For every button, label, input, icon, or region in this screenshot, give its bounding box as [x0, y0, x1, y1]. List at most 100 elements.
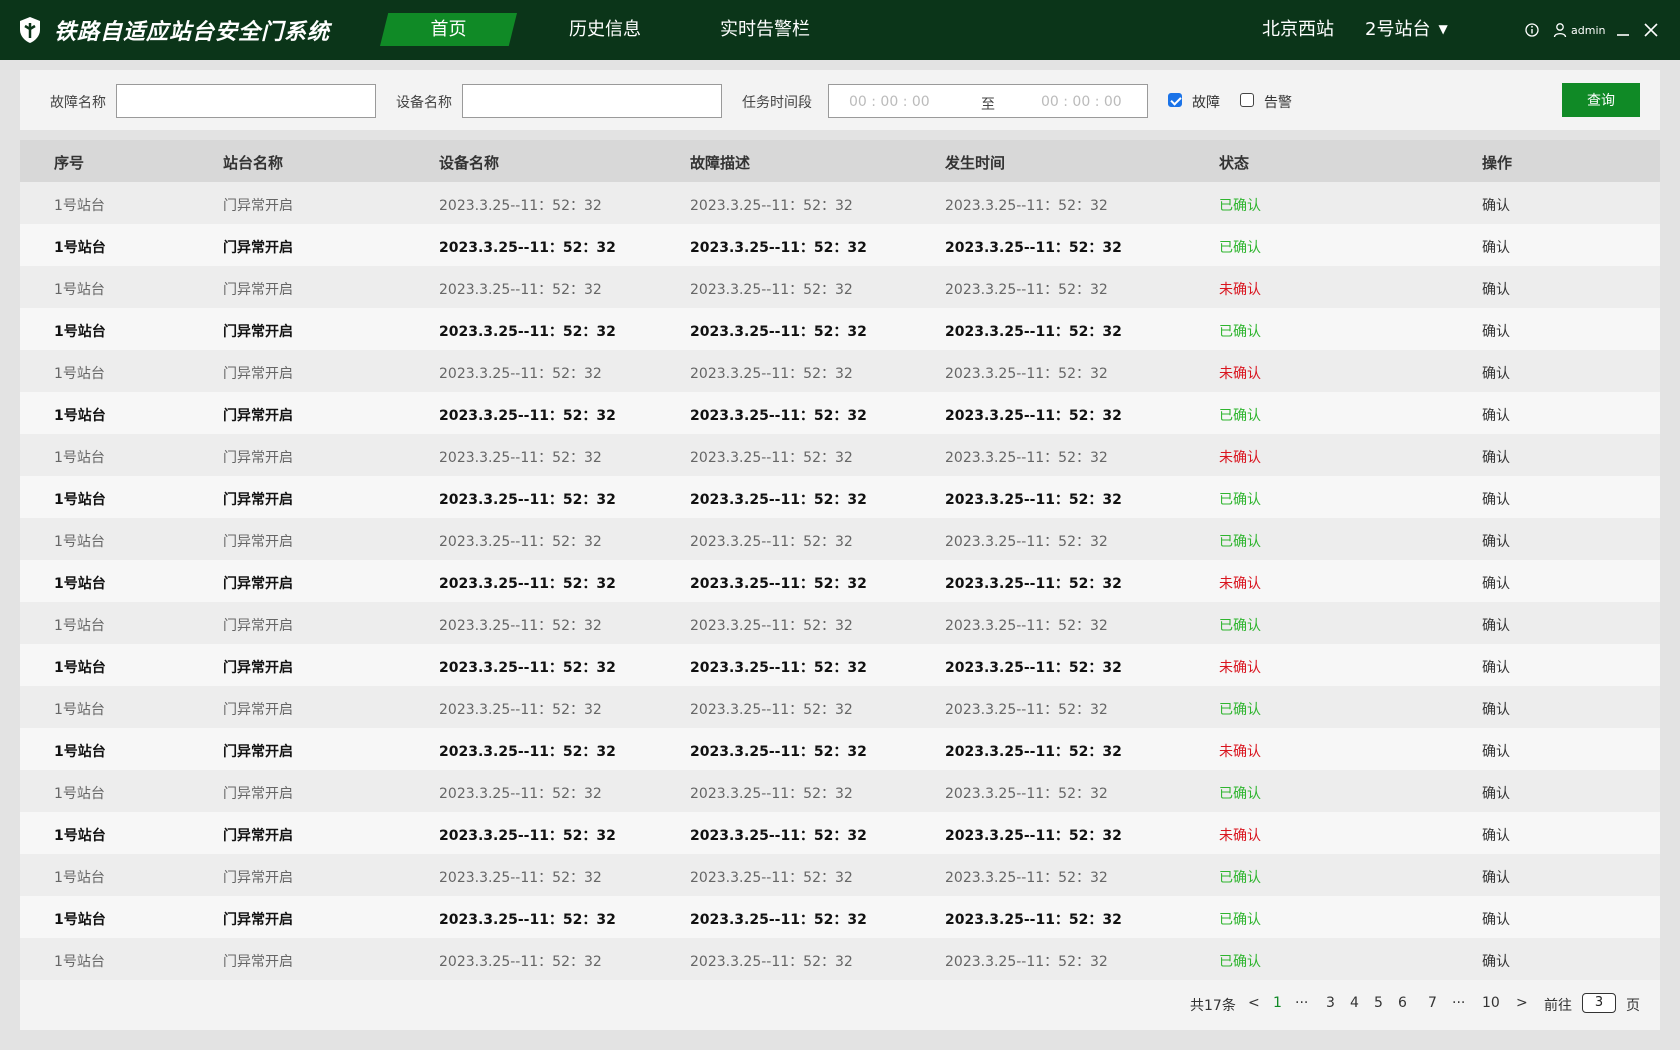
page-5[interactable]: 5 — [1374, 995, 1383, 1011]
tab-home[interactable]: 首页 — [380, 13, 517, 46]
table-row: 1号站台 门异常开启 2023.3.25--11：52：32 2023.3.25--1… — [20, 812, 1660, 854]
time-separator: 至 — [981, 97, 995, 113]
table-header: 序号 站台名称 设备名称 故障描述 发生时间 状态 操作 — [20, 140, 1660, 182]
table-row: 1号站台 门异常开启 2023.3.25--11：52：32 2023.3.25--1… — [20, 266, 1660, 308]
logo — [18, 16, 42, 44]
fault-name-input[interactable] — [116, 84, 376, 118]
confirm-button[interactable]: 确认 — [1482, 741, 1510, 761]
confirm-button[interactable]: 确认 — [1482, 531, 1510, 551]
cell-description: 2023.3.25--11：52：32 — [690, 912, 867, 928]
page-7[interactable]: 7 — [1428, 995, 1437, 1011]
time-range-picker[interactable]: 00 : 00 : 00 至 00 : 00 : 00 — [828, 84, 1148, 118]
cell-description: 2023.3.25--11：52：32 — [690, 744, 867, 760]
cell-status: 未确认 — [1219, 450, 1261, 466]
device-name-input[interactable] — [462, 84, 722, 118]
confirm-button[interactable]: 确认 — [1482, 657, 1510, 677]
col-platform: 站台名称 — [223, 154, 284, 172]
page-4[interactable]: 4 — [1350, 995, 1359, 1011]
cell-time: 2023.3.25--11：52：32 — [945, 954, 1108, 970]
time-start[interactable]: 00 : 00 : 00 — [849, 94, 930, 110]
goto-page-input[interactable]: 3 — [1582, 993, 1616, 1013]
confirm-button[interactable]: 确认 — [1482, 783, 1510, 803]
user-icon[interactable] — [1553, 22, 1567, 38]
confirm-button[interactable]: 确认 — [1482, 447, 1510, 467]
confirm-button[interactable]: 确认 — [1482, 279, 1510, 299]
col-action: 操作 — [1482, 154, 1513, 172]
cell-description: 2023.3.25--11：52：32 — [690, 492, 867, 508]
table-row: 1号站台 门异常开启 2023.3.25--11：52：32 2023.3.25--1… — [20, 686, 1660, 728]
device-name-label: 设备名称 — [396, 95, 452, 111]
table-row: 1号站台 门异常开启 2023.3.25--11：52：32 2023.3.25--1… — [20, 182, 1660, 224]
confirm-button[interactable]: 确认 — [1482, 825, 1510, 845]
confirm-button[interactable]: 确认 — [1482, 321, 1510, 341]
page-10[interactable]: 10 — [1482, 995, 1500, 1011]
table-row: 1号站台 门异常开启 2023.3.25--11：52：32 2023.3.25--1… — [20, 476, 1660, 518]
time-range-label: 任务时间段 — [742, 95, 812, 111]
confirm-button[interactable]: 确认 — [1482, 573, 1510, 593]
cell-status: 未确认 — [1219, 366, 1261, 382]
confirm-button[interactable]: 确认 — [1482, 615, 1510, 635]
cell-platform: 1号站台 — [54, 870, 105, 886]
cell-description: 2023.3.25--11：52：32 — [690, 828, 867, 844]
cell-fault-name: 门异常开启 — [223, 744, 293, 760]
confirm-button[interactable]: 确认 — [1482, 489, 1510, 509]
page-ellipsis: ··· — [1452, 995, 1466, 1011]
confirm-button[interactable]: 确认 — [1482, 195, 1510, 215]
cell-status: 已确认 — [1219, 702, 1261, 718]
user-name[interactable]: admin — [1571, 24, 1605, 37]
cell-device: 2023.3.25--11：52：32 — [439, 660, 616, 676]
cell-status: 已确认 — [1219, 912, 1261, 928]
cell-platform: 1号站台 — [54, 240, 106, 256]
cell-device: 2023.3.25--11：52：32 — [439, 828, 616, 844]
confirm-button[interactable]: 确认 — [1482, 867, 1510, 887]
prev-page-button[interactable]: < — [1248, 995, 1260, 1011]
confirm-button[interactable]: 确认 — [1482, 363, 1510, 383]
col-status: 状态 — [1219, 154, 1250, 172]
confirm-button[interactable]: 确认 — [1482, 699, 1510, 719]
fault-checkbox[interactable] — [1168, 93, 1182, 107]
app-title: 铁路自适应站台安全门系统 — [54, 20, 331, 45]
next-page-button[interactable]: > — [1516, 995, 1528, 1011]
cell-status: 已确认 — [1219, 492, 1261, 508]
cell-fault-name: 门异常开启 — [223, 324, 293, 340]
tab-realtime-alarms[interactable]: 实时告警栏 — [705, 13, 825, 46]
confirm-button[interactable]: 确认 — [1482, 909, 1510, 929]
cell-platform: 1号站台 — [54, 702, 105, 718]
table-row: 1号站台 门异常开启 2023.3.25--11：52：32 2023.3.25--1… — [20, 770, 1660, 812]
filter-bar: 故障名称 设备名称 任务时间段 00 : 00 : 00 至 00 : 00 :… — [20, 70, 1660, 130]
table-row: 1号站台 门异常开启 2023.3.25--11：52：32 2023.3.25--1… — [20, 224, 1660, 266]
cell-description: 2023.3.25--11：52：32 — [690, 366, 853, 382]
table-row: 1号站台 门异常开启 2023.3.25--11：52：32 2023.3.25--1… — [20, 518, 1660, 560]
cell-device: 2023.3.25--11：52：32 — [439, 324, 616, 340]
page-6[interactable]: 6 — [1398, 995, 1407, 1011]
cell-time: 2023.3.25--11：52：32 — [945, 366, 1108, 382]
table-row: 1号站台 门异常开启 2023.3.25--11：52：32 2023.3.25--1… — [20, 602, 1660, 644]
tab-history[interactable]: 历史信息 — [550, 13, 660, 46]
platform-select[interactable]: 2号站台 ▼ — [1365, 15, 1448, 41]
page-3[interactable]: 3 — [1326, 995, 1335, 1011]
cell-description: 2023.3.25--11：52：32 — [690, 786, 853, 802]
cell-description: 2023.3.25--11：52：32 — [690, 240, 867, 256]
fault-checkbox-label: 故障 — [1192, 95, 1220, 111]
app-header: 铁路自适应站台安全门系统 首页 历史信息 实时告警栏 北京西站 2号站台 ▼ ad… — [0, 0, 1680, 60]
confirm-button[interactable]: 确认 — [1482, 237, 1510, 257]
confirm-button[interactable]: 确认 — [1482, 951, 1510, 971]
fault-name-label: 故障名称 — [50, 95, 106, 111]
cell-fault-name: 门异常开启 — [223, 492, 293, 508]
confirm-button[interactable]: 确认 — [1482, 405, 1510, 425]
cell-description: 2023.3.25--11：52：32 — [690, 954, 853, 970]
cell-time: 2023.3.25--11：52：32 — [945, 912, 1122, 928]
info-icon[interactable] — [1524, 22, 1540, 38]
cell-platform: 1号站台 — [54, 408, 106, 424]
cell-fault-name: 门异常开启 — [223, 954, 293, 970]
cell-status: 已确认 — [1219, 534, 1261, 550]
close-icon[interactable] — [1643, 22, 1659, 38]
query-button[interactable]: 查询 — [1562, 83, 1640, 117]
page-1[interactable]: 1 — [1273, 995, 1282, 1011]
cell-platform: 1号站台 — [54, 828, 106, 844]
minimize-icon[interactable] — [1615, 22, 1631, 38]
time-end[interactable]: 00 : 00 : 00 — [1041, 94, 1122, 110]
cell-status: 未确认 — [1219, 576, 1261, 592]
alarm-checkbox[interactable] — [1240, 93, 1254, 107]
cell-status: 已确认 — [1219, 198, 1261, 214]
